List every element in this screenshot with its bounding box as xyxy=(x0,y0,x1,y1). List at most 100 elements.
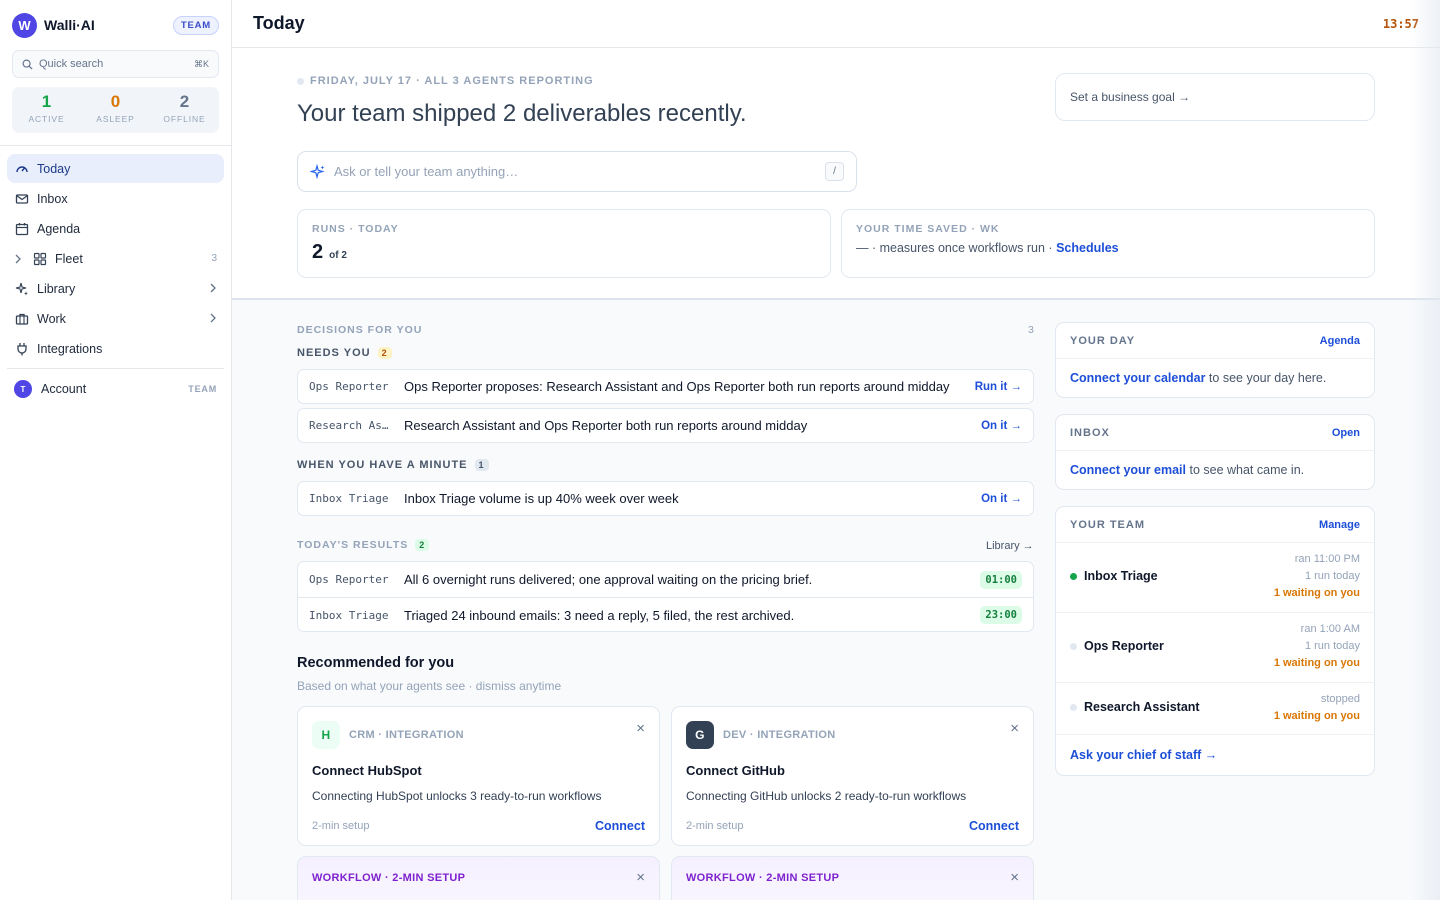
sidebar-item-work[interactable]: Work xyxy=(7,304,224,333)
card-title: Connect HubSpot xyxy=(312,763,422,778)
sidebar-item-label: Today xyxy=(37,161,71,176)
main-content: DECISIONS FOR YOU 3 NEEDS YOU 2 Ops Repo… xyxy=(232,300,1440,900)
on-it-button[interactable]: On it → xyxy=(981,493,1022,505)
decision-row[interactable]: Research As… Research Assistant and Ops … xyxy=(297,408,1034,443)
set-goal-button[interactable]: Set a business goal → xyxy=(1055,73,1375,121)
member-name: Ops Reporter xyxy=(1084,639,1164,653)
github-logo: G xyxy=(686,721,714,749)
decision-row[interactable]: Inbox Triage Inbox Triage volume is up 4… xyxy=(297,481,1034,516)
agent-name: Research As… xyxy=(309,419,389,432)
sidebar-item-today[interactable]: Today xyxy=(7,154,224,183)
workflow-card[interactable]: WORKFLOW · 2-MIN SETUP × xyxy=(671,856,1034,900)
library-link[interactable]: Library → xyxy=(986,540,1034,552)
status-active-label: ACTIVE xyxy=(28,114,65,124)
sidebar-nav: Today Inbox Agenda Fleet 3 Library Work xyxy=(0,154,231,363)
decisions-title: DECISIONS FOR YOU xyxy=(297,324,423,336)
chevron-right-icon xyxy=(209,282,217,296)
clock: 13:57 xyxy=(1382,16,1419,31)
plug-icon xyxy=(14,341,30,357)
brand-logo[interactable]: W xyxy=(12,12,37,38)
date-status-line: FRIDAY, JULY 17 · ALL 3 AGENTS REPORTING xyxy=(297,75,594,87)
result-time: 23:00 xyxy=(980,606,1022,624)
result-row[interactable]: Inbox Triage Triaged 24 inbound emails: … xyxy=(298,597,1033,632)
schedules-link[interactable]: Schedules xyxy=(1056,241,1119,255)
quick-search[interactable]: Quick search ⌘K xyxy=(12,50,219,78)
card-description: Connecting GitHub unlocks 2 ready-to-run… xyxy=(686,789,967,803)
account-label: Account xyxy=(41,382,87,396)
chevron-right-icon[interactable] xyxy=(14,254,26,264)
ask-chief-of-staff-link[interactable]: Ask your chief of staff → xyxy=(1056,735,1374,775)
member-waiting: 1 waiting on you xyxy=(1273,657,1360,669)
minute-label: WHEN YOU HAVE A MINUTE xyxy=(297,459,468,471)
manage-team-link[interactable]: Manage xyxy=(1319,519,1360,531)
sidebar-item-fleet[interactable]: Fleet 3 xyxy=(7,244,224,273)
sidebar-item-inbox[interactable]: Inbox xyxy=(7,184,224,213)
recommended-title: Recommended for you xyxy=(297,655,455,671)
card-category: DEV · INTEGRATION xyxy=(723,729,836,741)
brand-name[interactable]: Walli·AI xyxy=(44,17,95,33)
time-saved-text: — · measures once workflows run · xyxy=(856,241,1053,255)
card-setup-time: 2-min setup xyxy=(312,820,370,832)
result-row[interactable]: Ops Reporter All 6 overnight runs delive… xyxy=(298,562,1033,597)
card-setup-time: 2-min setup xyxy=(686,820,744,832)
time-saved-label: YOUR TIME SAVED · WK xyxy=(856,223,1000,235)
minute-count: 1 xyxy=(474,459,489,471)
avatar: T xyxy=(14,380,32,398)
ask-input[interactable]: Ask or tell your team anything… / xyxy=(297,151,857,192)
workflow-category: WORKFLOW · 2-MIN SETUP xyxy=(686,872,840,884)
team-member-row[interactable]: Inbox Triage ran 11:00 PM 1 run today 1 … xyxy=(1056,543,1374,613)
search-placeholder: Quick search xyxy=(39,58,104,70)
sidebar-divider xyxy=(0,145,231,146)
close-icon[interactable]: × xyxy=(636,869,645,886)
agenda-link[interactable]: Agenda xyxy=(1320,335,1360,347)
results-label: TODAY'S RESULTS xyxy=(297,539,409,551)
sidebar-item-agenda[interactable]: Agenda xyxy=(7,214,224,243)
close-icon[interactable]: × xyxy=(1010,720,1019,737)
sidebar-item-integrations[interactable]: Integrations xyxy=(7,334,224,363)
status-dot xyxy=(1070,642,1077,650)
page-title: Today xyxy=(253,13,305,33)
plan-badge: TEAM xyxy=(172,15,219,35)
status-active[interactable]: 1 ACTIVE xyxy=(12,87,81,133)
connect-hubspot-button[interactable]: Connect xyxy=(595,819,645,833)
sidebar-divider xyxy=(7,368,224,369)
team-member-row[interactable]: Ops Reporter ran 1:00 AM 1 run today 1 w… xyxy=(1056,613,1374,683)
member-runs: 1 run today xyxy=(1304,570,1360,582)
date-status-text: FRIDAY, JULY 17 · ALL 3 AGENTS REPORTING xyxy=(310,75,594,87)
calendar-icon xyxy=(14,221,30,237)
runs-label: RUNS · TODAY xyxy=(312,223,399,235)
runs-of: of 2 xyxy=(329,250,347,261)
status-asleep-count: 0 xyxy=(110,92,121,111)
open-inbox-link[interactable]: Open xyxy=(1332,427,1360,439)
sidebar-item-label: Work xyxy=(37,311,66,326)
member-waiting: 1 waiting on you xyxy=(1273,710,1360,722)
on-it-button[interactable]: On it → xyxy=(981,420,1022,432)
decision-message: Ops Reporter proposes: Research Assistan… xyxy=(404,379,950,394)
sidebar-item-label: Inbox xyxy=(37,191,68,206)
connect-github-button[interactable]: Connect xyxy=(969,819,1019,833)
minute-header: WHEN YOU HAVE A MINUTE 1 xyxy=(297,459,489,471)
connect-calendar-link[interactable]: Connect your calendar xyxy=(1070,371,1205,385)
results-header: TODAY'S RESULTS 2 xyxy=(297,539,430,551)
member-last-run: ran 11:00 PM xyxy=(1294,553,1360,565)
workflow-card[interactable]: WORKFLOW · 2-MIN SETUP × xyxy=(297,856,660,900)
close-icon[interactable]: × xyxy=(636,720,645,737)
run-it-button[interactable]: Run it → xyxy=(975,381,1022,393)
status-offline[interactable]: 2 OFFLINE xyxy=(150,87,219,133)
needs-you-count: 2 xyxy=(377,347,392,359)
team-member-row[interactable]: Research Assistant stopped 1 waiting on … xyxy=(1056,683,1374,735)
close-icon[interactable]: × xyxy=(1010,869,1019,886)
status-asleep-label: ASLEEP xyxy=(96,114,135,124)
chevron-right-icon xyxy=(209,312,217,326)
member-last-run: ran 1:00 AM xyxy=(1300,623,1360,635)
decision-row[interactable]: Ops Reporter Ops Reporter proposes: Rese… xyxy=(297,369,1034,404)
agent-name: Ops Reporter xyxy=(309,380,389,393)
sidebar-item-library[interactable]: Library xyxy=(7,274,224,303)
member-runs: 1 run today xyxy=(1304,640,1360,652)
account-item[interactable]: T Account TEAM xyxy=(0,375,231,403)
member-last-run: stopped xyxy=(1320,693,1360,705)
hubspot-logo: H xyxy=(312,721,340,749)
status-asleep[interactable]: 0 ASLEEP xyxy=(81,87,150,133)
status-active-count: 1 xyxy=(41,92,52,111)
connect-email-link[interactable]: Connect your email xyxy=(1070,463,1186,477)
